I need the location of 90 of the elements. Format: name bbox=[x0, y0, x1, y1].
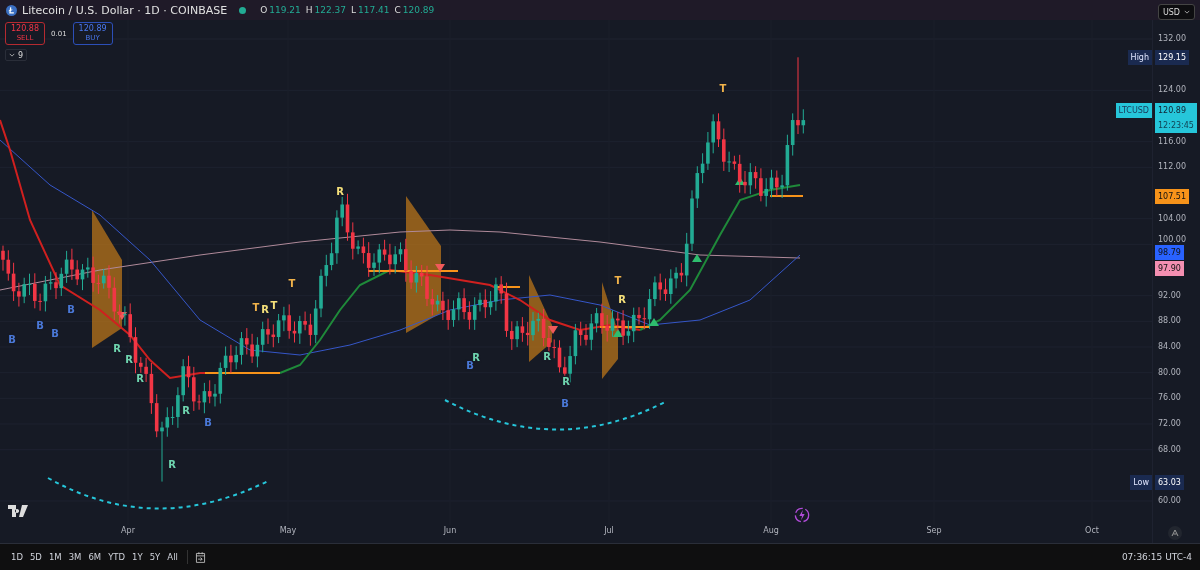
level-line bbox=[769, 195, 804, 197]
price-badge: 129.15 bbox=[1155, 50, 1189, 66]
time-label: Jul bbox=[603, 526, 615, 535]
price-tick: 60.00 bbox=[1158, 495, 1181, 507]
signal-label: T bbox=[270, 300, 278, 311]
price-label-tag: Low bbox=[1130, 474, 1152, 490]
sell-triangle-icon bbox=[435, 264, 445, 272]
signal-label: R bbox=[336, 186, 344, 197]
signal-label: B bbox=[67, 304, 75, 315]
auto-scale-button[interactable] bbox=[1168, 526, 1182, 540]
signal-label: R bbox=[562, 376, 570, 387]
price-tick: 88.00 bbox=[1158, 315, 1181, 328]
signal-label: R bbox=[618, 294, 626, 305]
price-badge: 63.03 bbox=[1155, 474, 1184, 490]
price-badge: 107.51 bbox=[1155, 189, 1189, 205]
price-tick: 92.00 bbox=[1158, 289, 1181, 302]
ohlc-label: L bbox=[351, 5, 357, 15]
time-label: Oct bbox=[1084, 526, 1100, 535]
price-tick: 68.00 bbox=[1158, 443, 1181, 456]
caret-icon bbox=[1184, 10, 1190, 14]
ohlc-value: 117.41 bbox=[358, 5, 390, 15]
chevron-icon bbox=[9, 53, 15, 57]
signal-label: R bbox=[113, 343, 121, 354]
currency-dropdown[interactable]: USD bbox=[1157, 4, 1195, 20]
signal-label: B bbox=[51, 328, 59, 339]
time-label: Apr bbox=[120, 526, 136, 535]
time-label: Sep bbox=[925, 526, 943, 535]
symbol-tag: LTCUSD bbox=[1115, 103, 1152, 119]
price-tick: 124.00 bbox=[1158, 84, 1186, 97]
buy-triangle-icon bbox=[649, 318, 659, 326]
buy-triangle-icon bbox=[692, 254, 702, 262]
range-button[interactable]: 3M bbox=[65, 550, 85, 564]
price-badge: 97.90 bbox=[1155, 261, 1184, 277]
signal-label: T bbox=[252, 302, 260, 313]
price-label-tag: High bbox=[1127, 50, 1152, 66]
price-tick: 76.00 bbox=[1158, 392, 1181, 405]
auto-scale-icon bbox=[1171, 529, 1179, 537]
range-button[interactable]: 6M bbox=[85, 550, 105, 564]
price-tick: 112.00 bbox=[1158, 161, 1186, 174]
buy-triangle-icon bbox=[613, 329, 623, 337]
price-tick: 100.00 bbox=[1158, 234, 1186, 247]
signal-label: R bbox=[543, 351, 551, 362]
level-line bbox=[599, 326, 651, 328]
symbol-title[interactable]: Litecoin / U.S. Dollar · 1D · COINBASE bbox=[22, 3, 228, 17]
signal-label: B bbox=[8, 334, 16, 345]
coin-logo-icon bbox=[6, 4, 17, 16]
ohlc-value: 120.89 bbox=[402, 5, 435, 15]
signal-label: T bbox=[614, 275, 622, 286]
signal-label: R bbox=[261, 304, 269, 315]
ohlc-label: O bbox=[260, 5, 268, 15]
indicators-toggle[interactable]: 9 bbox=[5, 49, 28, 61]
price-tick: 116.00 bbox=[1158, 135, 1186, 148]
signal-label: B bbox=[466, 360, 474, 371]
signal-label: R bbox=[168, 459, 176, 470]
price-tick: 84.00 bbox=[1158, 341, 1181, 353]
signal-label: R bbox=[472, 352, 480, 363]
signal-label: T bbox=[288, 278, 296, 289]
countdown-timer: 12:23:45 bbox=[1158, 120, 1194, 133]
range-button[interactable]: 5D bbox=[26, 550, 45, 564]
ohlc-label: C bbox=[394, 5, 401, 15]
time-label: Aug bbox=[762, 526, 780, 535]
price-tick: 80.00 bbox=[1158, 366, 1181, 379]
price-value: 120.89 bbox=[1158, 105, 1187, 118]
lightning-icon bbox=[794, 507, 810, 523]
signal-label: B bbox=[204, 417, 212, 428]
signal-label: T bbox=[719, 83, 727, 94]
time-label: May bbox=[278, 526, 298, 535]
price-badge: 98.79 bbox=[1155, 245, 1184, 261]
range-button[interactable]: YTD bbox=[105, 550, 129, 564]
signal-label: R bbox=[136, 373, 144, 384]
price-tick: 104.00 bbox=[1158, 212, 1186, 225]
range-button[interactable]: 1M bbox=[45, 550, 65, 564]
calendar-icon[interactable] bbox=[193, 550, 207, 564]
range-button[interactable]: 1Y bbox=[129, 550, 146, 564]
signal-label: R bbox=[125, 354, 133, 365]
ohlc-value: 122.37 bbox=[314, 5, 346, 15]
range-button[interactable]: 5Y bbox=[146, 550, 164, 564]
signal-label: B bbox=[561, 398, 569, 409]
range-button[interactable]: All bbox=[164, 550, 181, 564]
signal-label: R bbox=[182, 405, 190, 416]
time-label: Jun bbox=[442, 526, 458, 535]
signal-label: B bbox=[36, 320, 44, 331]
price-tick: 72.00 bbox=[1158, 418, 1181, 430]
clock-time: 07:36:15 UTC-4 bbox=[1121, 552, 1192, 562]
chart-logo-icon bbox=[8, 505, 28, 517]
price-tick: 132.00 bbox=[1158, 33, 1186, 45]
range-button[interactable]: 1D bbox=[8, 550, 26, 564]
ohlc-label: H bbox=[305, 5, 313, 15]
ohlc-value: 119.21 bbox=[269, 5, 301, 15]
sell-triangle-icon bbox=[548, 326, 558, 334]
